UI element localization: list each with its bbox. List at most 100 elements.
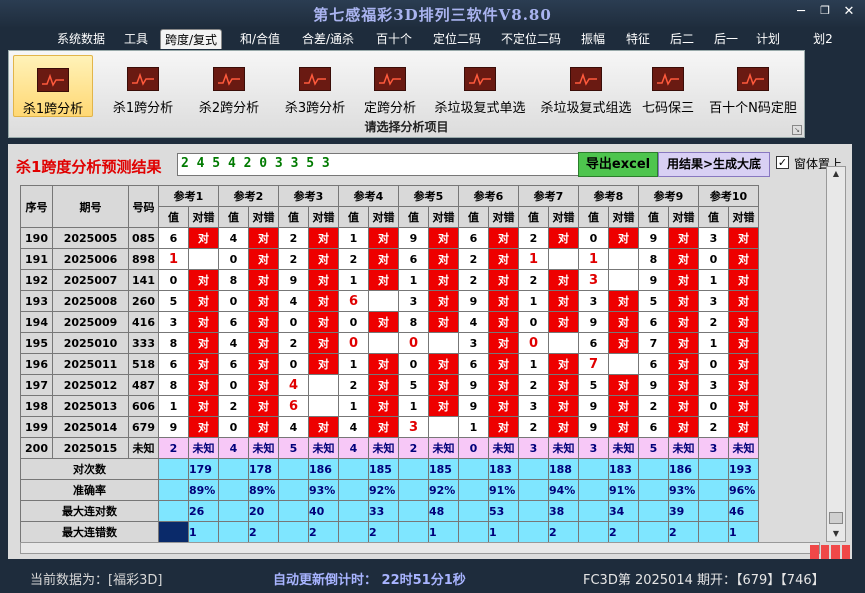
ref-value: 4: [278, 290, 309, 312]
stats-spacer: [518, 479, 549, 501]
ref-check: 对: [548, 395, 579, 417]
menu-item-3[interactable]: 和/合值: [236, 29, 284, 49]
ribbon-button-label: 定跨分析: [363, 101, 416, 116]
stats-spacer: [698, 521, 729, 543]
ribbon-button-label: 百十个N码定胆: [709, 101, 797, 116]
prediction-row[interactable]: 200 2025015 未知 2 未知 4 未知 5 未知 4 未知 2 未知 0 未知 3 未知 3 未知 5 未知 3…: [20, 437, 759, 459]
menu-item-8[interactable]: 振幅: [576, 29, 610, 49]
issue-info-label: FC3D第 2025014 期开：【679】【746】: [583, 573, 825, 588]
menu-item-1[interactable]: 工具: [120, 29, 152, 49]
table-row[interactable]: 194 2025009 416 3 对 6 对 0 对 0 对 8 对 4 对 0 对 9 对 6 对 2 对: [20, 311, 759, 333]
ref-check: [308, 395, 339, 417]
prediction-check: 未知: [428, 437, 459, 459]
current-data-label: 当前数据为：[福彩3D]: [30, 573, 163, 588]
ref-check: 对: [428, 290, 459, 312]
stats-value: 53: [488, 500, 519, 522]
ribbon-button-3[interactable]: 杀3跨分析: [275, 55, 355, 117]
scroll-thumb[interactable]: [829, 512, 843, 524]
ref-value: 8: [158, 332, 189, 354]
ref-check: 对: [248, 248, 279, 270]
scroll-up-icon[interactable]: ▲: [827, 167, 845, 181]
table-row[interactable]: 198 2025013 606 1 对 2 对 6 1 对 1 对 9 对 3 对 9 对 2 对 0 对: [20, 395, 759, 417]
prediction-value: 2: [158, 437, 189, 459]
table-row[interactable]: 195 2025010 333 8 对 4 对 2 对 0 0 3 对 0 6 对 7 对 1 对: [20, 332, 759, 354]
export-excel-button[interactable]: 导出excel: [578, 152, 658, 177]
ref-check: 对: [188, 416, 219, 438]
menu-item-9[interactable]: 特征: [620, 29, 656, 49]
on-top-checkbox[interactable]: ✓: [776, 156, 789, 169]
stats-value: 186: [668, 458, 699, 480]
stats-value: 185: [368, 458, 399, 480]
stats-spacer: [578, 479, 609, 501]
maximize-icon[interactable]: ❐: [814, 4, 836, 17]
table-row[interactable]: 191 2025006 898 1 0 对 2 对 2 对 6 对 2 对 1 1 8 对 0 对: [20, 248, 759, 270]
chart-icon: [737, 67, 769, 91]
ref-check: 对: [608, 290, 639, 312]
ref-check: 对: [308, 311, 339, 333]
close-icon[interactable]: ✕: [838, 4, 860, 19]
minimize-icon[interactable]: ─: [790, 4, 812, 19]
ref-value: 0: [218, 290, 249, 312]
ref-check: 对: [188, 269, 219, 291]
ribbon-button-2[interactable]: 杀2跨分析: [189, 55, 269, 117]
ribbon-expand-icon[interactable]: ↘: [792, 125, 802, 135]
row-issue: 2025007: [52, 269, 129, 291]
ref-check: 对: [488, 416, 519, 438]
prediction-value: 5: [638, 437, 669, 459]
prediction-check: 未知: [308, 437, 339, 459]
ref-check: 对: [188, 290, 219, 312]
stats-value: 193: [728, 458, 759, 480]
menu-item-12[interactable]: 计划: [753, 29, 783, 49]
table-row[interactable]: 199 2025014 679 9 对 0 对 4 对 4 对 3 1 对 2 对 9 对 6 对 2 对: [20, 416, 759, 438]
menu-item-7[interactable]: 不定位二码: [496, 29, 566, 49]
ref-value: 9: [638, 269, 669, 291]
stats-spacer: [398, 500, 429, 522]
vertical-scrollbar[interactable]: ▲ ▼: [826, 166, 846, 542]
ref-value: 0: [338, 332, 369, 354]
stats-value: 2: [308, 521, 339, 543]
menu-item-4[interactable]: 合差/通杀: [298, 29, 358, 49]
ref-value: 2: [278, 227, 309, 249]
ref-value: 9: [578, 395, 609, 417]
ribbon-button-8[interactable]: 百十个N码定胆: [707, 55, 799, 117]
prediction-value: 5: [278, 437, 309, 459]
generate-base-button[interactable]: 用结果>生成大底: [658, 152, 770, 177]
menu-item-11[interactable]: 后一: [708, 29, 744, 49]
ref-value: 9: [458, 290, 489, 312]
ref-check: 对: [608, 332, 639, 354]
menu-item-10[interactable]: 后二: [664, 29, 700, 49]
menu-item-2[interactable]: 跨度/复式: [160, 29, 222, 49]
ribbon-button-7[interactable]: 七码保三: [637, 55, 699, 117]
ribbon-button-0[interactable]: 杀1跨分析: [13, 55, 93, 117]
menu-item-6[interactable]: 定位二码: [428, 29, 486, 49]
ref-check: 对: [668, 332, 699, 354]
chart-icon: [570, 67, 602, 91]
stats-spacer: [638, 479, 669, 501]
ref-check: 对: [668, 416, 699, 438]
ref-value: 9: [458, 395, 489, 417]
ref-check: 对: [488, 290, 519, 312]
menu-item-13[interactable]: 划2: [808, 29, 838, 49]
prediction-check: 未知: [368, 437, 399, 459]
ribbon-button-6[interactable]: 杀垃圾复式组选: [537, 55, 635, 117]
result-input[interactable]: 2 4 5 4 2 0 3 3 5 3: [177, 153, 583, 176]
ref-value: 8: [158, 374, 189, 396]
table-row[interactable]: 196 2025011 518 6 对 6 对 0 对 1 对 0 对 6 对 1 对 7 6 对 0 对: [20, 353, 759, 375]
ribbon-button-1[interactable]: 杀1跨分析: [103, 55, 183, 117]
sub-header-value: 值: [158, 206, 189, 228]
chart-icon: [127, 67, 159, 91]
table-row[interactable]: 197 2025012 487 8 对 0 对 4 2 对 5 对 9 对 2 对 5 对 9 对 3 对: [20, 374, 759, 396]
ribbon-button-5[interactable]: 杀垃圾复式单选: [431, 55, 529, 117]
sub-header-check: 对错: [188, 206, 219, 228]
ref-check: 对: [248, 374, 279, 396]
ref-value: 1: [698, 332, 729, 354]
table-row[interactable]: 192 2025007 141 0 对 8 对 9 对 1 对 1 对 2 对 2 对 3 9 对 1 对: [20, 269, 759, 291]
ref-value: 4: [218, 332, 249, 354]
ribbon-button-4[interactable]: 定跨分析: [357, 55, 423, 117]
menu-item-0[interactable]: 系统数据: [52, 29, 110, 49]
scroll-down-icon[interactable]: ▼: [827, 527, 845, 541]
table-row[interactable]: 193 2025008 260 5 对 0 对 4 对 6 3 对 9 对 1 对 3 对 5 对 3 对: [20, 290, 759, 312]
horizontal-scrollbar[interactable]: [20, 542, 820, 554]
menu-item-5[interactable]: 百十个: [372, 29, 416, 49]
table-row[interactable]: 190 2025005 085 6 对 4 对 2 对 1 对 9 对 6 对 2 对 0 对 9 对 3 对: [20, 227, 759, 249]
